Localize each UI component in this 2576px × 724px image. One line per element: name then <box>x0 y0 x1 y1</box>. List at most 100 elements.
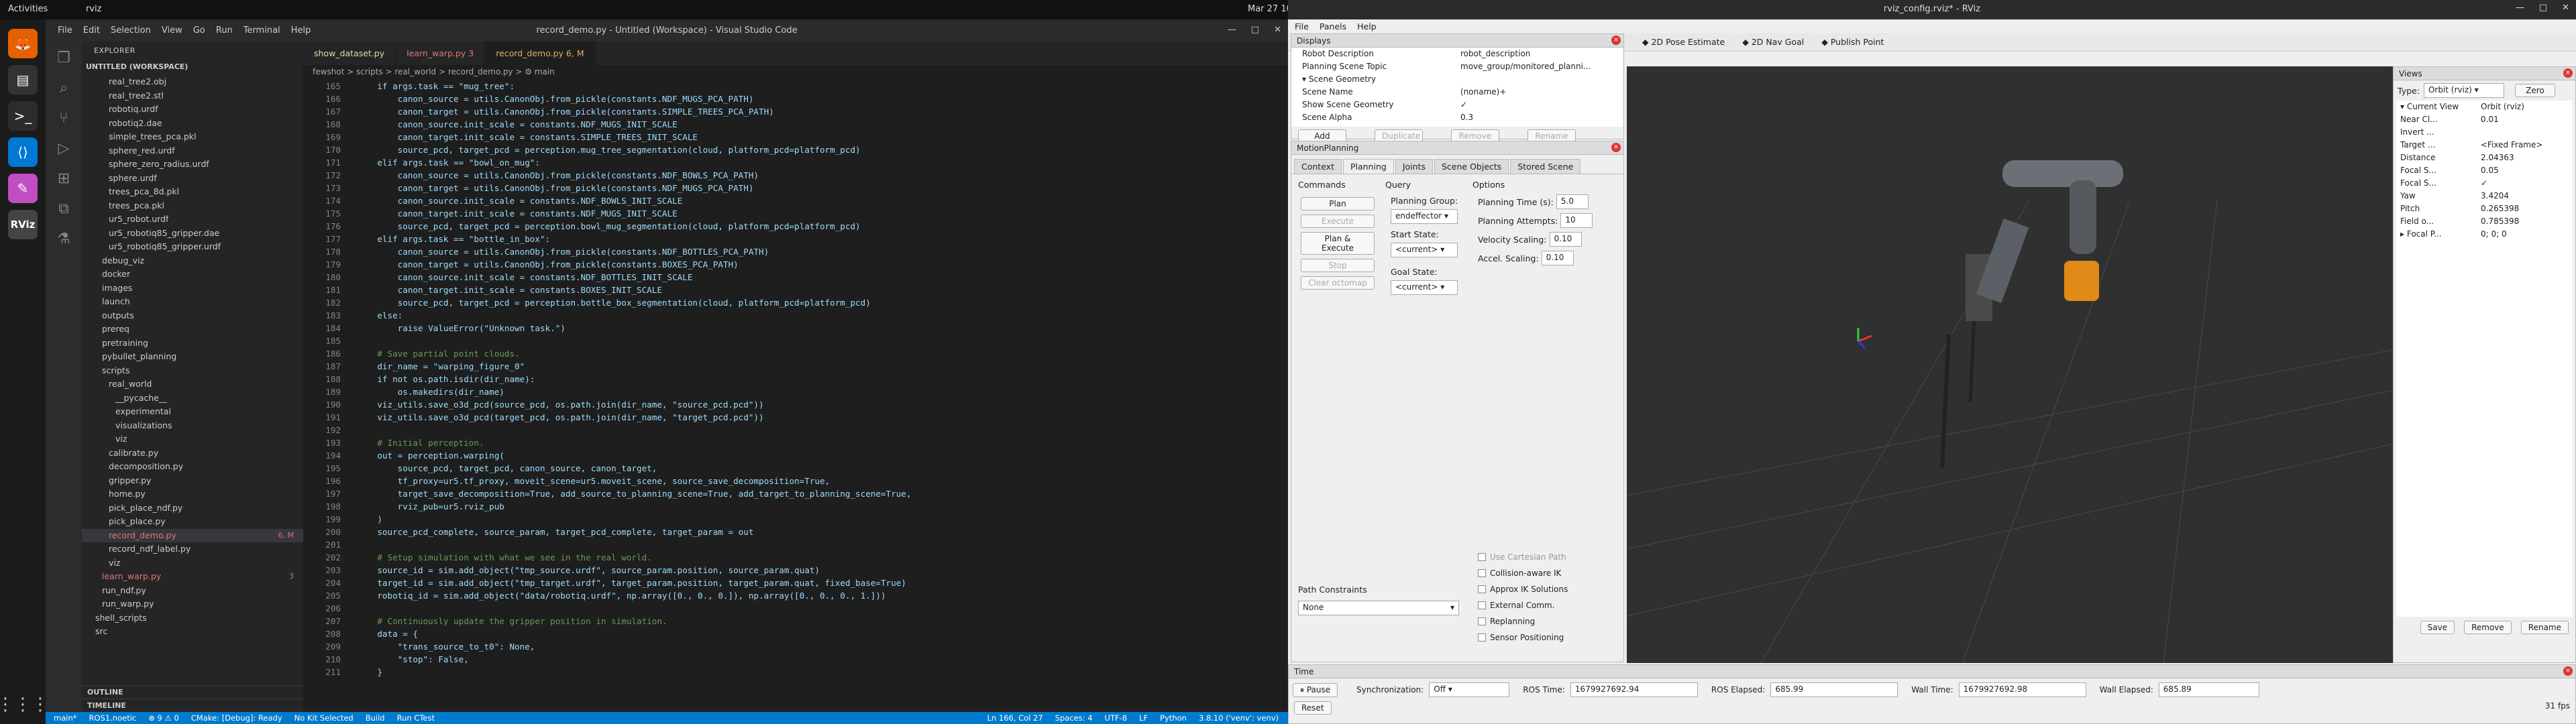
execute-button[interactable]: Execute <box>1301 215 1375 228</box>
option-spinbox[interactable]: 5.0 <box>1556 194 1589 209</box>
display-property-row[interactable]: Robot Description robot_description <box>1302 48 1623 60</box>
list-item[interactable]: record_ndf_label.py <box>82 542 303 556</box>
list-item[interactable]: images <box>82 282 303 296</box>
eol-status[interactable]: LF <box>1139 713 1148 723</box>
list-item[interactable]: simple_trees_pca.pkl <box>82 130 303 144</box>
view-property-row[interactable]: Field o... 0.785398 <box>2400 215 2573 228</box>
firefox-icon[interactable]: 🦊 <box>8 29 38 58</box>
replanning-checkbox[interactable]: Replanning <box>1478 614 1568 629</box>
display-property-row[interactable]: Scene Name (noname)+ <box>1302 86 1623 99</box>
sensor-positioning-checkbox[interactable]: Sensor Positioning <box>1478 630 1568 645</box>
list-item[interactable]: pick_place_ndf.py <box>82 501 303 516</box>
list-item[interactable]: run_ndf.py <box>82 584 303 598</box>
tab-show-dataset[interactable]: show_dataset.py <box>303 42 396 65</box>
timeline-section[interactable]: TIMELINE <box>82 699 303 712</box>
list-item[interactable]: ur5_robotiq85_gripper.urdf <box>82 240 303 254</box>
tab-planning[interactable]: Planning <box>1342 159 1394 174</box>
view-property-row[interactable]: ▸ Focal P... 0; 0; 0 <box>2400 228 2573 241</box>
robot-upper-arm-link[interactable] <box>2002 160 2123 187</box>
files-icon[interactable]: ▤ <box>8 65 38 95</box>
close-icon[interactable]: × <box>1611 143 1621 152</box>
close-icon[interactable]: × <box>2563 68 2573 78</box>
approx-ik-solutions-checkbox[interactable]: Approx IK Solutions <box>1478 582 1568 597</box>
language-status[interactable]: Python <box>1160 713 1187 723</box>
tab-stored-scene[interactable]: Stored Scene <box>1510 159 1581 174</box>
collision-aware-ik-checkbox[interactable]: Collision-aware IK <box>1478 566 1568 581</box>
close-icon[interactable]: ✕ <box>1274 25 1281 35</box>
indent-status[interactable]: Spaces: 4 <box>1055 713 1093 723</box>
ros-status[interactable]: ROS1.noetic <box>89 713 136 723</box>
list-item[interactable]: docker <box>82 267 303 282</box>
clear-octomap-button[interactable]: Clear octomap <box>1301 276 1375 290</box>
external-comm-checkbox[interactable]: External Comm. <box>1478 598 1568 613</box>
reset-button[interactable]: Reset <box>1294 701 1332 715</box>
tool-publish-point[interactable]: ◆ Publish Point <box>1819 36 1886 48</box>
list-item[interactable]: experimental <box>82 405 303 419</box>
maximize-icon[interactable]: □ <box>2539 3 2547 13</box>
list-item[interactable]: viz <box>82 432 303 446</box>
menu-run[interactable]: Run <box>216 25 233 36</box>
app-grid-icon[interactable]: ⋮⋮⋮ <box>0 695 49 715</box>
list-item[interactable]: real_world <box>82 377 303 391</box>
run-debug-icon[interactable]: ▷ <box>58 140 70 157</box>
option-spinbox[interactable]: 10 <box>1560 213 1593 228</box>
run-ctest-button[interactable]: Run CTest <box>397 713 435 723</box>
close-icon[interactable]: × <box>1611 36 1621 45</box>
list-item[interactable]: sphere_red.urdf <box>82 144 303 158</box>
activities-button[interactable]: Activities <box>8 4 48 14</box>
list-item[interactable]: __pycache__ <box>82 391 303 406</box>
outline-section[interactable]: OUTLINE <box>82 685 303 699</box>
tab-scene-objects[interactable]: Scene Objects <box>1434 159 1509 174</box>
breadcrumb[interactable]: fewshot > scripts > real_world > record_… <box>303 65 1288 80</box>
menu-terminal[interactable]: Terminal <box>244 25 280 36</box>
list-item[interactable]: launch <box>82 295 303 309</box>
list-item[interactable]: pick_place.py <box>82 515 303 529</box>
list-item[interactable]: sphere.urdf <box>82 172 303 186</box>
display-property-row[interactable]: ▾ Scene Geometry <box>1302 73 1623 86</box>
3d-viewport[interactable] <box>1627 66 2403 663</box>
plan-execute-button[interactable]: Plan & Execute <box>1301 232 1375 255</box>
tab-joints[interactable]: Joints <box>1395 159 1433 174</box>
view-property-row[interactable]: Focal S... ✓ <box>2400 177 2573 190</box>
testing-icon[interactable]: ⚗ <box>57 231 70 247</box>
menu-file[interactable]: File <box>58 25 72 36</box>
list-item[interactable]: scripts <box>82 364 303 378</box>
list-item[interactable]: debug_viz <box>82 254 303 268</box>
list-item[interactable]: outputs <box>82 309 303 323</box>
build-button[interactable]: Build <box>366 713 385 723</box>
list-item[interactable]: real_tree2.stl <box>82 89 303 103</box>
tool-2d-pose-estimate[interactable]: ◆ 2D Pose Estimate <box>1640 36 1727 48</box>
list-item[interactable]: ur5_robot.urdf <box>82 213 303 227</box>
list-item[interactable]: decomposition.py <box>82 460 303 474</box>
robot-forearm-link[interactable] <box>2070 180 2096 254</box>
list-item[interactable]: record_demo.py 6, M <box>82 528 303 542</box>
list-item[interactable]: trees_pca_8d.pkl <box>82 185 303 199</box>
option-spinbox[interactable]: 0.10 <box>1541 251 1574 265</box>
menu-selection[interactable]: Selection <box>111 25 151 36</box>
minimize-icon[interactable]: — <box>1228 25 1236 35</box>
save-view-button[interactable]: Save <box>2420 621 2455 634</box>
menu-edit[interactable]: Edit <box>83 25 100 36</box>
cmake-status[interactable]: CMake: [Debug]: Ready <box>191 713 282 723</box>
rviz-icon[interactable]: RViz <box>8 210 38 239</box>
rviz-menu-help[interactable]: Help <box>1357 21 1377 32</box>
stop-button[interactable]: Stop <box>1301 259 1375 272</box>
list-item[interactable]: calibrate.py <box>82 446 303 461</box>
tab-learn-warp[interactable]: learn_warp.py 3 <box>396 42 486 65</box>
view-property-row[interactable]: Yaw 3.4204 <box>2400 190 2573 202</box>
list-item[interactable]: learn_warp.py 3 <box>82 570 303 584</box>
list-item[interactable]: robotiq.urdf <box>82 103 303 117</box>
minimize-icon[interactable]: — <box>2516 3 2524 13</box>
list-item[interactable]: viz <box>82 556 303 570</box>
list-item[interactable]: sphere_zero_radius.urdf <box>82 158 303 172</box>
list-item[interactable]: home.py <box>82 487 303 501</box>
interpreter-status[interactable]: 3.8.10 ('venv': venv) <box>1199 713 1279 723</box>
source-control-icon[interactable]: ⑂ <box>59 110 68 127</box>
display-property-row[interactable]: Planning Scene Topic move_group/monitored… <box>1302 60 1623 73</box>
display-property-row[interactable]: Show Scene Geometry ✓ <box>1302 99 1623 111</box>
option-spinbox[interactable]: 0.10 <box>1549 232 1582 247</box>
tab-record-demo[interactable]: record_demo.py 6, M <box>485 42 596 65</box>
rviz-menu-panels[interactable]: Panels <box>1320 21 1346 32</box>
terminal-icon[interactable]: >_ <box>8 101 38 131</box>
list-item[interactable]: pybullet_planning <box>82 350 303 364</box>
